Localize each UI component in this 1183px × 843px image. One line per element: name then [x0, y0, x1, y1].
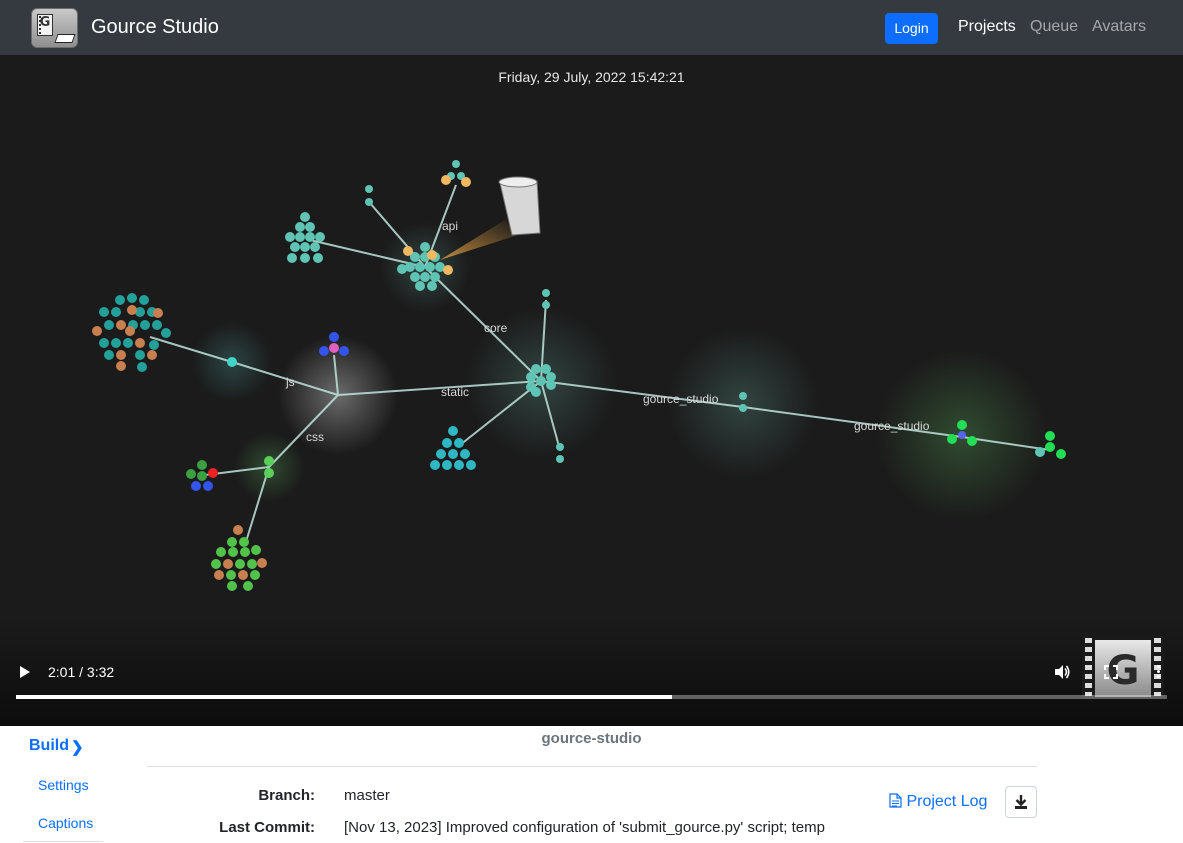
node-label-core: core	[484, 321, 508, 335]
node-label-js: js	[285, 375, 295, 389]
branch-label: Branch:	[258, 787, 315, 804]
project-log-link[interactable]: Project Log	[889, 793, 987, 811]
node-label-api: api	[442, 219, 458, 233]
node-label-css: css	[306, 430, 324, 444]
video-date-caption: Friday, 29 July, 2022 15:42:21	[498, 69, 685, 85]
project-name: gource-studio	[541, 730, 642, 747]
node-label-static: static	[441, 385, 469, 399]
fullscreen-icon[interactable]	[1103, 664, 1119, 680]
video-progress-fill	[16, 695, 673, 699]
branch-value: master	[344, 787, 390, 804]
download-icon	[1015, 795, 1027, 809]
file-text-icon	[889, 793, 902, 808]
project-log-label: Project Log	[906, 793, 988, 810]
nav-link-queue[interactable]: Queue	[1030, 18, 1078, 36]
node-label-gource-studio-2: gource_studio	[854, 419, 930, 433]
video-player[interactable]: api core js static css gource_studio gou…	[0, 55, 1183, 726]
volume-icon[interactable]	[1053, 663, 1071, 681]
brand-title[interactable]: Gource Studio	[91, 16, 219, 39]
sidebar-item-captions[interactable]: Captions	[38, 815, 93, 831]
node-label-gource-studio-1: gource_studio	[643, 392, 719, 406]
gource-studio-watermark-icon: G	[1082, 635, 1164, 697]
video-progress-bar[interactable]	[16, 695, 1167, 699]
sidebar-divider	[23, 841, 103, 842]
download-button[interactable]	[1005, 786, 1037, 818]
navbar: G Gource Studio Login Projects Queue Ava…	[0, 0, 1183, 55]
sidebar-item-settings[interactable]: Settings	[38, 777, 89, 793]
last-commit-label: Last Commit:	[219, 819, 315, 836]
last-commit-value: [Nov 13, 2023] Improved configuration of…	[344, 819, 825, 836]
more-options-icon[interactable]	[1154, 663, 1162, 681]
login-button[interactable]: Login	[885, 13, 938, 44]
controls-overlay	[0, 616, 1183, 726]
gource-studio-logo-icon[interactable]: G	[31, 8, 78, 48]
time-display: 2:01 / 3:32	[48, 664, 115, 680]
divider	[147, 766, 1037, 767]
nav-link-projects[interactable]: Projects	[958, 18, 1016, 36]
play-icon[interactable]	[18, 664, 32, 680]
nav-link-avatars[interactable]: Avatars	[1092, 18, 1146, 36]
